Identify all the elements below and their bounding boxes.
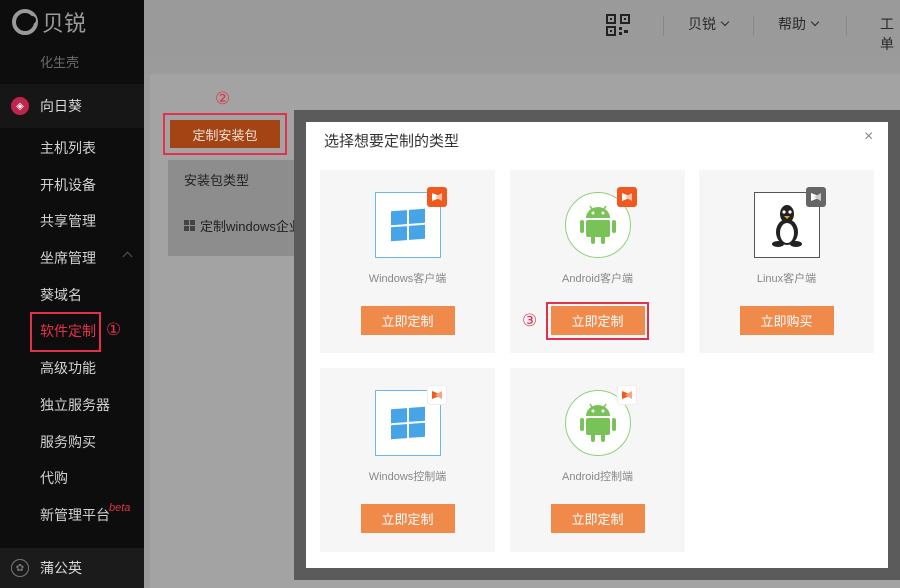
table-cell: 定制windows企业版	[200, 219, 304, 234]
sidebar-partial-item[interactable]: 化生壳	[40, 52, 79, 71]
sidebar-item-seat-manage[interactable]: 坐席管理	[40, 248, 96, 268]
help-menu-label: 帮助	[778, 16, 806, 32]
step2-marker: ②	[215, 89, 231, 109]
step3-marker: ③	[522, 311, 538, 331]
card-label: Android客户端	[562, 273, 633, 285]
logo-text: 贝锐	[42, 11, 87, 36]
sidebar-item-host-list[interactable]: 主机列表	[40, 138, 96, 158]
sidebar-item-share-manage[interactable]: 共享管理	[40, 211, 96, 231]
brand-menu-label: 贝锐	[688, 16, 716, 32]
top-header: 贝锐 帮助 工单	[144, 0, 900, 56]
card-label: Android控制端	[562, 471, 633, 483]
sidebar-item-advanced[interactable]: 高级功能	[40, 358, 96, 378]
product-badge-icon	[617, 187, 637, 207]
customize-now-button[interactable]: 立即定制	[550, 504, 645, 533]
customize-type-modal: 选择想要定制的类型 × Windows客户端 立即定制 Android客户端 立…	[306, 122, 888, 568]
sidebar-section-dandelion[interactable]: ✿ 蒲公英	[0, 548, 144, 588]
chevron-down-icon	[720, 17, 730, 27]
chevron-down-icon	[810, 17, 820, 27]
modal-title: 选择想要定制的类型	[324, 133, 460, 150]
highlight-box-step2	[163, 113, 287, 155]
sidebar-item-agent-purchase[interactable]: 代购	[40, 468, 68, 488]
product-badge-icon	[427, 385, 447, 405]
table-header-package-type: 安装包类型	[184, 173, 250, 188]
sidebar: 贝锐 化生壳 ◈ 向日葵 主机列表 开机设备 共享管理 坐席管理 葵域名 软件定…	[0, 0, 144, 588]
help-menu[interactable]: 帮助	[778, 14, 820, 34]
close-icon[interactable]: ×	[864, 128, 873, 146]
windows-icon	[184, 220, 195, 231]
customize-now-button[interactable]: 立即定制	[360, 504, 455, 533]
header-divider	[663, 16, 664, 36]
sidebar-item-new-platform[interactable]: 新管理平台	[40, 505, 110, 525]
customize-now-button[interactable]: 立即定制	[360, 306, 455, 335]
sidebar-section-sunflower[interactable]: ◈ 向日葵	[0, 84, 144, 128]
card-label: Linux客户端	[756, 273, 817, 285]
section-label: 蒲公英	[40, 560, 82, 576]
card-android-controller: Android控制端 立即定制	[510, 368, 685, 552]
header-divider	[753, 16, 754, 36]
card-label: Windows控制端	[368, 471, 447, 483]
section-label: 向日葵	[40, 98, 82, 114]
chevron-up-icon[interactable]	[122, 251, 133, 262]
sidebar-item-purchase[interactable]: 服务购买	[40, 432, 96, 452]
card-windows-controller: Windows控制端 立即定制	[320, 368, 495, 552]
ticket-menu[interactable]: 工单	[880, 14, 900, 54]
product-badge-icon	[806, 187, 826, 207]
brand-menu[interactable]: 贝锐	[688, 14, 730, 34]
sunflower-icon: ◈	[11, 97, 29, 115]
highlight-box-step1	[30, 312, 101, 352]
logo-mark-icon	[12, 9, 38, 35]
beta-badge: beta	[109, 502, 131, 514]
card-windows-client: Windows客户端 立即定制	[320, 170, 495, 353]
sidebar-item-domain[interactable]: 葵域名	[40, 285, 82, 305]
table-row[interactable]: 定制windows企业版	[184, 216, 304, 235]
dandelion-icon: ✿	[11, 559, 29, 577]
highlight-box-step3	[546, 302, 649, 340]
buy-now-button[interactable]: 立即购买	[739, 306, 834, 335]
qr-code-icon[interactable]	[606, 14, 630, 36]
brand-logo[interactable]: 贝锐	[12, 6, 86, 38]
product-badge-icon	[617, 385, 637, 405]
card-label: Windows客户端	[368, 273, 447, 285]
step1-marker: ①	[106, 320, 122, 340]
header-divider	[846, 16, 847, 36]
card-linux-client: Linux客户端 立即购买	[699, 170, 874, 353]
product-badge-icon	[427, 187, 447, 207]
sidebar-item-boot-devices[interactable]: 开机设备	[40, 175, 96, 195]
sidebar-item-dedicated-server[interactable]: 独立服务器	[40, 395, 110, 415]
